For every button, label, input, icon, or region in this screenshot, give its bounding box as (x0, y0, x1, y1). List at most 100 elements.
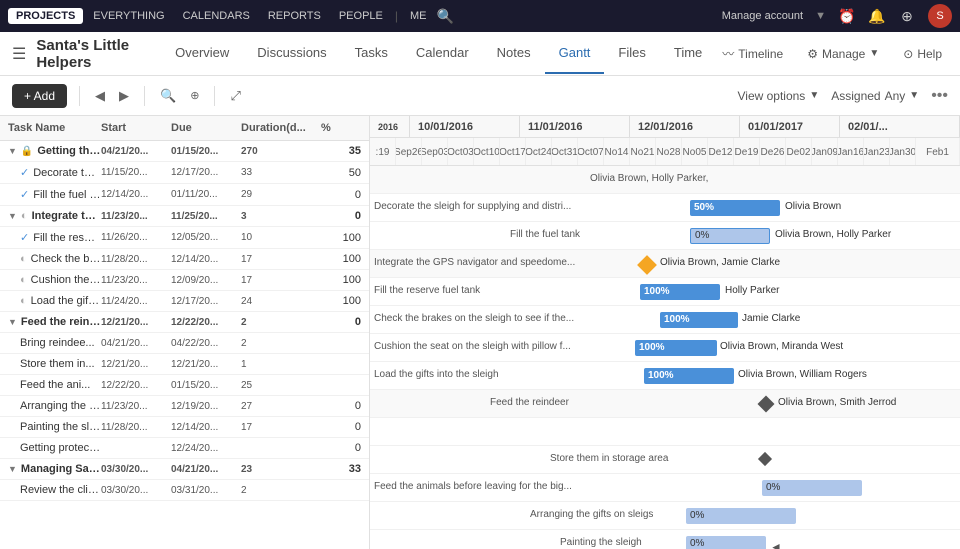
task-name-cell: Store them in... (20, 358, 101, 370)
nav-reports[interactable]: REPORTS (260, 6, 329, 26)
bell-icon[interactable]: 🔔 (868, 7, 886, 25)
gantt-bar[interactable]: 50% (690, 200, 780, 216)
tab-gantt[interactable]: Gantt (545, 33, 605, 74)
task-name-text: Decorate the sl... (33, 167, 101, 179)
task-row[interactable]: ◐ Load the gifts in... 11/24/20... 12/17… (0, 291, 369, 312)
sidebar-toggle[interactable]: ☰ (12, 44, 26, 64)
task-row[interactable]: Getting protecti... 12/24/20... 0 (0, 438, 369, 459)
task-row[interactable]: ▼ Managing Santa's we... 03/30/20... 04/… (0, 459, 369, 480)
gantt-week: Oct03 (448, 138, 474, 166)
task-name-cell: ▼ ◐ Integrate the G... (8, 210, 101, 222)
task-list-header: Task Name Start Due Duration(d... % (0, 116, 369, 141)
nav-everything[interactable]: EVERYTHING (85, 6, 172, 26)
gantt-row: Fill the fuel tank 0% Olivia Brown, Holl… (370, 222, 960, 250)
task-pct: 0 (321, 189, 361, 201)
task-row[interactable]: ▼ 🔒 Getting the sleigh ... 04/21/20... 0… (0, 141, 369, 162)
task-due: 12/14/20... (171, 422, 241, 433)
task-name-text: Managing Santa's we... (21, 463, 101, 475)
gantt-row: Arranging the gifts on sleigs 0% (370, 502, 960, 530)
gantt-assignee: Olivia Brown, William Rogers (738, 369, 867, 380)
zoom-out-icon[interactable]: 🔍 (157, 85, 179, 107)
task-due: 04/21/20... (171, 464, 241, 475)
task-row[interactable]: Store them in... 12/21/20... 12/21/20...… (0, 354, 369, 375)
gantt-bar[interactable]: 100% (635, 340, 717, 356)
tab-overview[interactable]: Overview (161, 33, 243, 74)
task-name-text: Cushion the sea... (31, 274, 101, 286)
task-row[interactable]: Feed the ani... 12/22/20... 01/15/20... … (0, 375, 369, 396)
gantt-bar[interactable]: 0% (686, 536, 766, 549)
tab-tasks[interactable]: Tasks (341, 33, 402, 74)
task-name-text: Painting the slei... (20, 421, 101, 433)
expand-icon[interactable]: ▼ (8, 211, 17, 221)
task-row[interactable]: ◐ Cushion the sea... 11/23/20... 12/09/2… (0, 270, 369, 291)
back-icon[interactable]: ◀ (92, 85, 108, 107)
add-icon[interactable]: ⊕ (898, 7, 916, 25)
task-row[interactable]: ✓ Fill the reserv... 11/26/20... 12/05/2… (0, 227, 369, 249)
help-button[interactable]: ⊙ Help (897, 43, 948, 65)
time-icon[interactable]: ⏰ (838, 7, 856, 25)
task-row[interactable]: ✓ Decorate the sl... 11/15/20... 12/17/2… (0, 162, 369, 184)
task-duration: 25 (241, 380, 321, 391)
task-row[interactable]: Review the clien... 03/30/20... 03/31/20… (0, 480, 369, 501)
avatar[interactable]: S (928, 4, 952, 28)
gantt-week: De12 (708, 138, 734, 166)
expand-icon[interactable]: ▼ (8, 317, 17, 327)
task-start: 11/28/20... (101, 422, 171, 433)
gantt-row: Olivia Brown, Holly Parker, (370, 166, 960, 194)
task-name-cell: Getting protecti... (20, 442, 101, 454)
add-button[interactable]: + Add (12, 84, 67, 108)
gantt-bar[interactable]: 0% (690, 228, 770, 244)
gantt-bar[interactable]: 0% (762, 480, 862, 496)
gantt-bar[interactable]: 100% (640, 284, 720, 300)
assigned-button[interactable]: Assigned Any ▼ (831, 89, 919, 103)
expand-icon[interactable]: ▼ (8, 464, 17, 474)
manage-account-button[interactable]: Manage account (722, 10, 803, 22)
more-options-icon[interactable]: ••• (931, 87, 948, 105)
gantt-bar[interactable]: 100% (644, 368, 734, 384)
task-row[interactable]: ▼ ◐ Integrate the G... 11/23/20... 11/25… (0, 206, 369, 227)
task-due: 12/19/20... (171, 401, 241, 412)
task-row[interactable]: ✓ Fill the fuel tank 12/14/20... 01/11/2… (0, 184, 369, 206)
manage-button[interactable]: ⚙ Manage ▼ (801, 43, 885, 65)
zoom-in-icon[interactable]: ⊕ (187, 86, 202, 105)
gantt-row (370, 418, 960, 446)
gantt-task-label: Check the brakes on the sleigh to see if… (374, 313, 574, 324)
expand-icon[interactable]: ⤢ (227, 85, 243, 107)
task-row[interactable]: Arranging the g... 11/23/20... 12/19/20.… (0, 396, 369, 417)
gantt-week: No28 (656, 138, 682, 166)
toolbar-divider-2 (144, 86, 145, 106)
task-row[interactable]: Painting the slei... 11/28/20... 12/14/2… (0, 417, 369, 438)
nav-people[interactable]: PEOPLE (331, 6, 391, 26)
tab-time[interactable]: Time (660, 33, 716, 74)
search-icon[interactable]: 🔍 (437, 7, 455, 25)
gantt-bar[interactable]: 100% (660, 312, 738, 328)
tab-files[interactable]: Files (604, 33, 659, 74)
nav-calendars[interactable]: CALENDARS (175, 6, 258, 26)
gantt-row: Integrate the GPS navigator and speedome… (370, 250, 960, 278)
tab-discussions[interactable]: Discussions (243, 33, 340, 74)
gantt-weeks: :19 Sep26 Sep03 Oct03 Oct10 Oct17 Oct24 … (370, 138, 960, 166)
gantt-task-label: Painting the sleigh (560, 537, 642, 548)
gantt-assignee: Holly Parker (725, 285, 779, 296)
task-start: 12/22/20... (101, 380, 171, 391)
gantt-milestone (637, 255, 657, 275)
forward-icon[interactable]: ▶ (116, 85, 132, 107)
expand-icon[interactable]: ▼ (8, 146, 17, 156)
nav-me[interactable]: ME (402, 6, 435, 26)
task-start: 11/26/20... (101, 232, 171, 243)
view-options-button[interactable]: View options ▼ (737, 89, 819, 103)
task-row[interactable]: ▼ Feed the reinde... 12/21/20... 12/22/2… (0, 312, 369, 333)
projects-button[interactable]: PROJECTS (8, 8, 83, 24)
task-duration: 17 (241, 422, 321, 433)
task-row[interactable]: Bring reindee... 04/21/20... 04/22/20...… (0, 333, 369, 354)
timeline-button[interactable]: 〰 Timeline (716, 41, 789, 66)
task-name-cell: Arranging the g... (20, 400, 101, 412)
task-row[interactable]: ◐ Check the brake... 11/28/20... 12/14/2… (0, 249, 369, 270)
gantt-bar[interactable]: 0% (686, 508, 796, 524)
task-start: 04/21/20... (101, 338, 171, 349)
gantt-assignee: Olivia Brown (785, 201, 841, 212)
gantt-task-label: Fill the reserve fuel tank (374, 285, 480, 296)
task-name-text: Load the gifts in... (31, 295, 101, 307)
tab-notes[interactable]: Notes (483, 33, 545, 74)
tab-calendar[interactable]: Calendar (402, 33, 483, 74)
